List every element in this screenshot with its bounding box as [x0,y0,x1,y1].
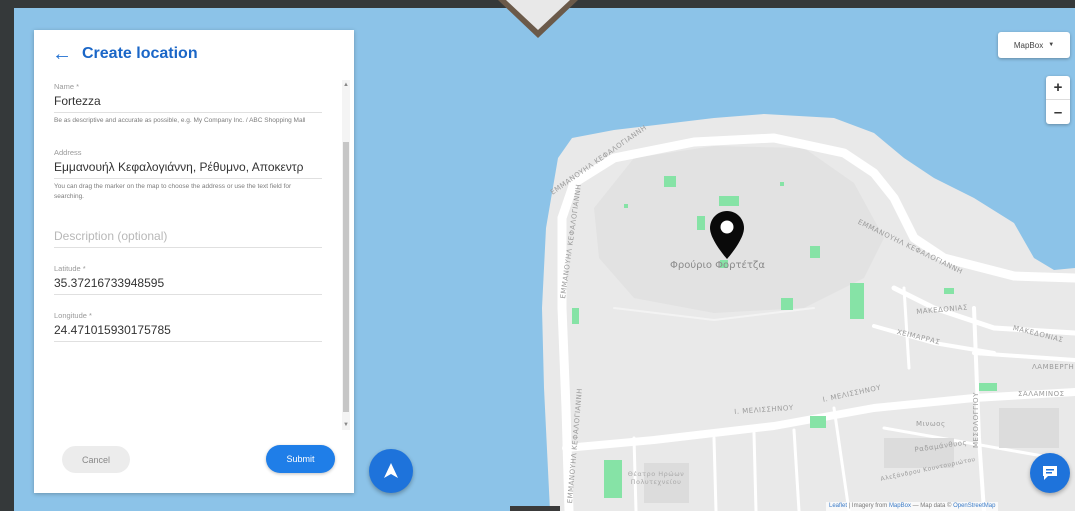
description-field-group [54,226,322,248]
chevron-down-icon[interactable] [498,0,578,40]
address-input[interactable] [54,157,322,179]
street-label: ΜΕΣΟΛΟΓΓΙΟΥ [972,392,980,448]
address-label: Address [54,148,82,157]
poi-label: Φρούριο Φορτέτζα [670,260,765,271]
latitude-field-group: Latitude * [54,264,322,295]
address-help-text: You can drag the marker on the map to ch… [54,183,292,200]
page-title: Create location [82,45,198,62]
panel-header: ← Create location [34,30,354,78]
locate-button[interactable] [369,449,413,493]
mapbox-link[interactable]: MapBox [889,503,911,509]
create-location-panel: ← Create location Name * Be as descripti… [34,30,354,493]
street-label: ΣΑΛΑΜΙΝΟΣ [1018,390,1065,398]
longitude-field-group: Longitude * [54,311,322,342]
street-label: ΛΑΜΒΕΡΓΗ [1032,363,1075,371]
name-input[interactable] [54,91,322,113]
attribution-text: — Map data © [912,503,952,509]
scroll-down-icon[interactable]: ▼ [342,420,350,430]
latitude-label: Latitude * [54,264,86,273]
panel-scrollbar[interactable]: ▲ ▼ [342,80,350,430]
map-attribution: Leaflet | Imagery from MapBox — Map data… [826,502,999,511]
layer-select-value: MapBox [1013,40,1044,50]
scroll-up-icon[interactable]: ▲ [342,80,350,90]
chat-button[interactable] [1030,453,1070,493]
chat-bubble-icon [1043,466,1057,480]
longitude-label: Longitude * [54,311,92,320]
bottom-tab [510,506,560,511]
location-form: Name * Be as descriptive and accurate as… [54,82,342,342]
name-label: Name * [54,82,80,91]
address-field-group: Address You can drag the marker on the m… [54,148,322,202]
map-marker-icon[interactable] [710,211,744,259]
zoom-control: + – [1046,76,1070,124]
description-input[interactable] [54,226,322,248]
navigation-arrow-icon [384,463,398,478]
cancel-button[interactable]: Cancel [62,446,130,473]
zoom-in-button[interactable]: + [1046,76,1070,100]
attribution-text: | Imagery from [848,503,888,509]
submit-button[interactable]: Submit [266,445,335,473]
leaflet-link[interactable]: Leaflet [829,503,847,509]
osm-link[interactable]: OpenStreetMap [953,503,995,509]
area-label: Θέατρο Ηρώων Πολυτεχνείου [627,470,685,486]
layer-select[interactable]: MapBox ▼ [998,32,1070,58]
name-help-text: Be as descriptive and accurate as possib… [54,117,306,124]
arrow-left-icon[interactable]: ← [52,44,72,64]
latitude-input[interactable] [54,273,322,295]
scrollbar-thumb[interactable] [343,142,349,412]
longitude-input[interactable] [54,320,322,342]
name-field-group: Name * Be as descriptive and accurate as… [54,82,322,126]
street-label: Μινωος [916,420,946,428]
caret-down-icon: ▼ [1048,42,1055,48]
zoom-out-button[interactable]: – [1046,100,1070,124]
